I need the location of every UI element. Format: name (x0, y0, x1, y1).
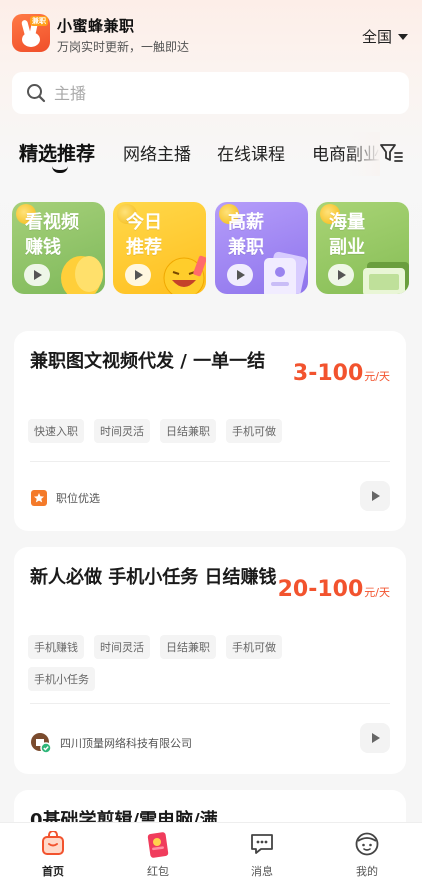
region-selector[interactable]: 全国 (362, 26, 408, 47)
company-name: 职位优选 (56, 492, 100, 505)
search-bar[interactable] (12, 72, 409, 114)
job-title: 兼职图文视频代发 / 一单一结 (30, 351, 266, 372)
clapping-hands-icon (61, 256, 103, 294)
app-logo: 兼职 (12, 14, 50, 52)
category-tabs: 精选推荐 网络主播 在线课程 电商副业 (0, 132, 422, 176)
play-icon (125, 264, 151, 286)
job-salary: 3-100元/天 (292, 361, 390, 386)
play-icon (24, 264, 50, 286)
tab-fade (348, 132, 380, 176)
job-tags: 快速入职 时间灵活 日结兼职 手机可做 (28, 419, 328, 443)
search-input[interactable] (54, 83, 374, 103)
tab-live-streamer[interactable]: 网络主播 (123, 140, 191, 165)
job-company: 职位优选 (30, 489, 100, 507)
message-icon (251, 834, 273, 854)
search-icon (27, 84, 46, 103)
job-tag: 日结兼职 (160, 419, 216, 443)
region-label: 全国 (361, 28, 392, 46)
banner-title: 海量 副业 (329, 212, 365, 258)
job-card[interactable]: 新人必做 手机小任务 日结赚钱 20-100元/天 手机赚钱 时间灵活 日结兼职… (14, 547, 406, 774)
red-packet-icon (147, 832, 169, 858)
nav-red-packet[interactable]: 红包 (128, 823, 188, 878)
home-bag-icon (42, 831, 64, 855)
play-icon (227, 264, 253, 286)
id-card-icon (264, 251, 308, 294)
profile-face-icon (355, 832, 379, 856)
job-tags: 手机赚钱 时间灵活 日结兼职 手机可做 手机小任务 (28, 635, 328, 691)
active-tab-indicator (52, 166, 68, 173)
card-divider (30, 703, 390, 704)
nav-label: 我的 (356, 865, 378, 878)
nav-messages[interactable]: 消息 (232, 823, 292, 878)
banner-watch-video[interactable]: 看视频 赚钱 (12, 202, 105, 294)
job-card[interactable]: 兼职图文视频代发 / 一单一结 3-100元/天 快速入职 时间灵活 日结兼职 … (14, 331, 406, 531)
play-button[interactable] (360, 723, 390, 753)
banner-side-business[interactable]: 海量 副业 (316, 202, 409, 294)
app-header: 兼职 小蜜蜂兼职 万岗实时更新，一触即达 全国 (0, 0, 422, 66)
banner-high-pay[interactable]: 高薪 兼职 (215, 202, 308, 294)
bottom-navigation: 首页 红包 消息 我的 (0, 822, 422, 878)
filter-icon (380, 144, 403, 162)
nav-home[interactable]: 首页 (23, 823, 83, 878)
star-badge-icon (31, 490, 47, 506)
job-tag: 手机可做 (226, 419, 282, 443)
job-tag: 快速入职 (28, 419, 84, 443)
filter-button[interactable] (378, 140, 404, 166)
job-tag: 手机可做 (226, 635, 282, 659)
app-name: 小蜜蜂兼职 (57, 17, 135, 35)
nav-profile[interactable]: 我的 (337, 823, 397, 878)
job-tag: 手机小任务 (28, 667, 95, 691)
money-stack-icon (363, 262, 409, 294)
banner-today-pick[interactable]: 今日 推荐 (113, 202, 206, 294)
job-company: 四川顶量网络科技有限公司 (30, 732, 192, 754)
play-button[interactable] (360, 481, 390, 511)
job-tag: 日结兼职 (160, 635, 216, 659)
company-logo-icon (31, 733, 52, 754)
card-divider (30, 461, 390, 462)
job-tag: 时间灵活 (94, 419, 150, 443)
nav-label: 消息 (251, 865, 273, 878)
tab-online-course[interactable]: 在线课程 (217, 140, 285, 165)
logo-badge: 兼职 (30, 16, 48, 26)
laughing-face-icon (163, 255, 206, 294)
nav-label: 红包 (147, 865, 169, 878)
job-tag: 手机赚钱 (28, 635, 84, 659)
app-slogan: 万岗实时更新，一触即达 (57, 40, 190, 54)
nav-label: 首页 (42, 865, 64, 878)
caret-down-icon (398, 33, 408, 40)
job-title: 新人必做 手机小任务 日结赚钱 (30, 567, 277, 588)
tab-featured[interactable]: 精选推荐 (19, 139, 95, 166)
company-name: 四川顶量网络科技有限公司 (60, 737, 192, 750)
job-tag: 时间灵活 (94, 635, 150, 659)
job-salary: 20-100元/天 (277, 577, 390, 602)
play-icon (328, 264, 354, 286)
